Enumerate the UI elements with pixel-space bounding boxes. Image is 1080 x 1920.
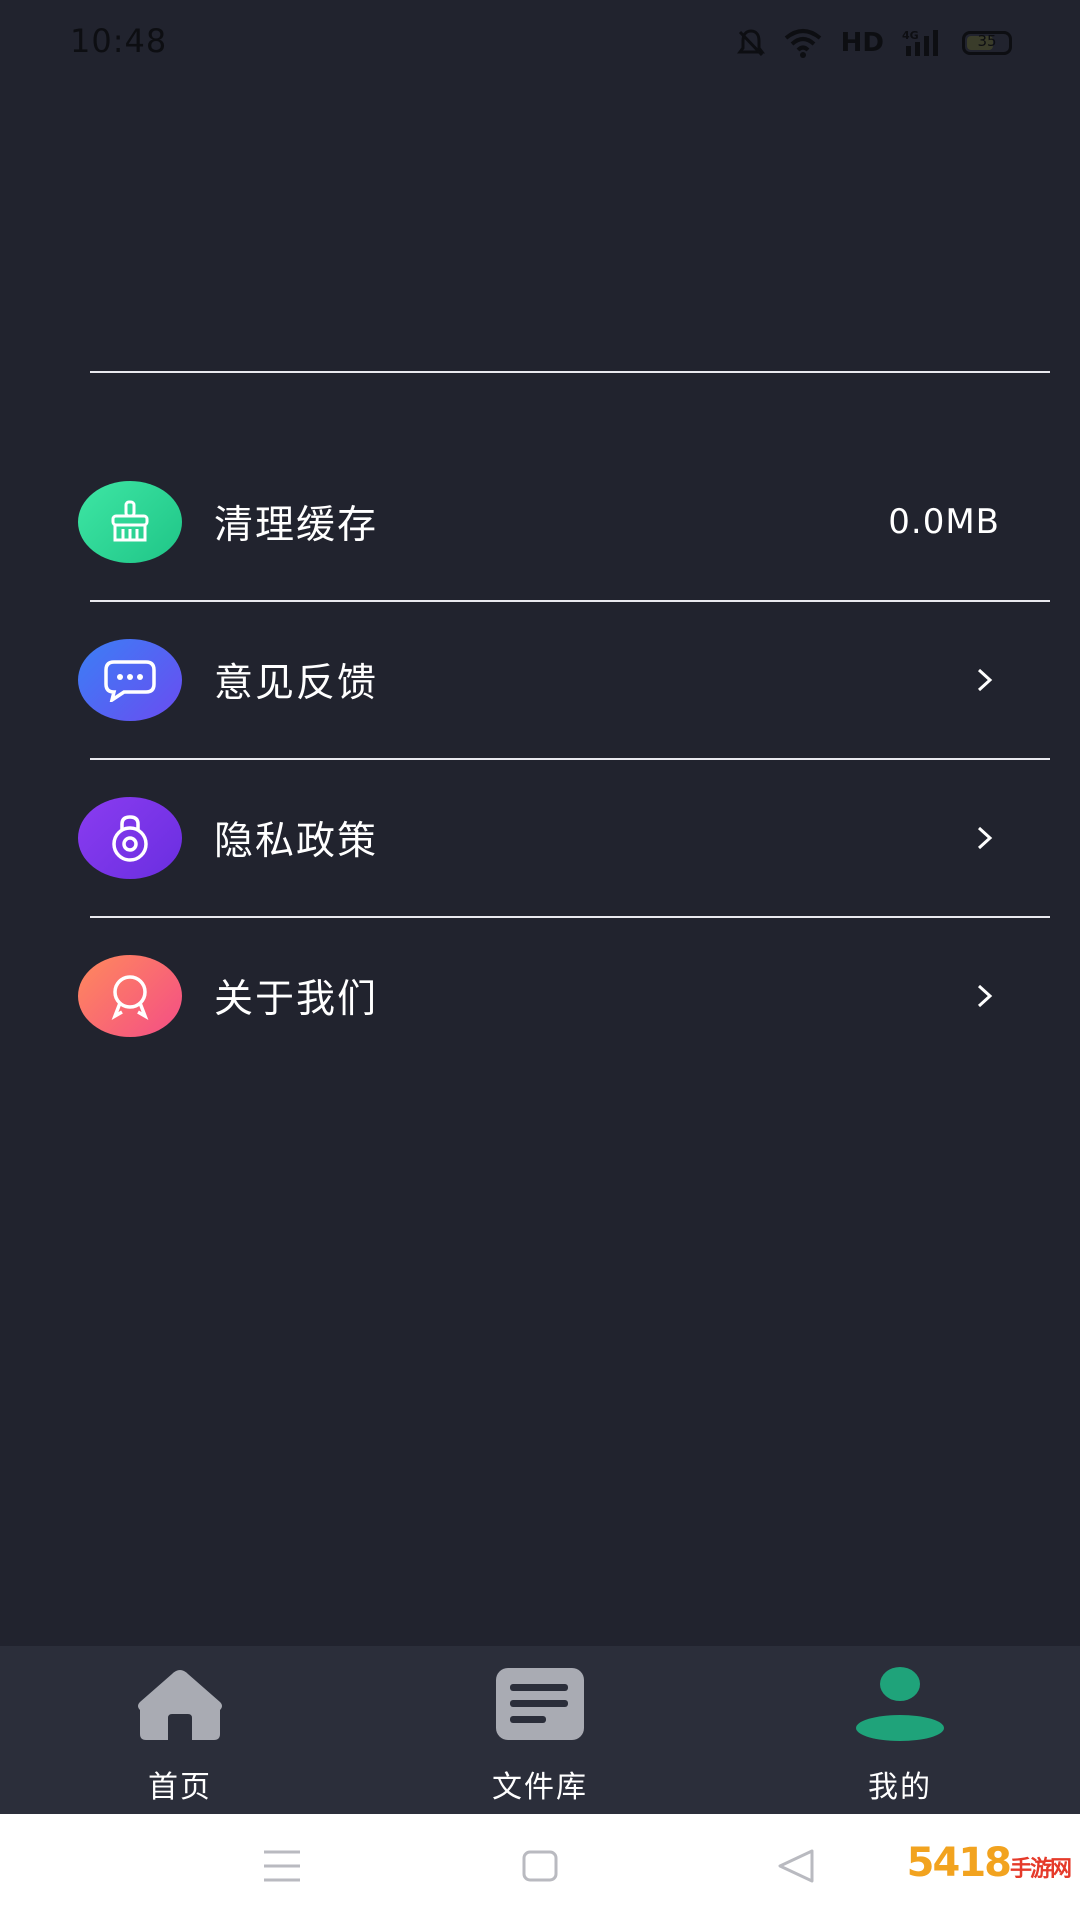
tab-label: 首页: [148, 1770, 212, 1805]
chat-bubble-icon: [78, 639, 182, 721]
watermark-text: 5418: [906, 1840, 1012, 1886]
app-screen: 10:48 HD 4G 35 清理缓存 0.0MB 意见反馈 隐私政策 关于我们…: [0, 0, 1080, 1814]
bottom-tab-bar: 首页 文件库 我的: [0, 1646, 1080, 1814]
tab-mine[interactable]: 我的: [720, 1646, 1080, 1814]
person-icon: [856, 1667, 944, 1741]
menu-item-label: 隐私政策: [214, 819, 379, 864]
divider: [90, 371, 1050, 373]
tab-label: 我的: [868, 1770, 932, 1805]
battery-icon: 35: [962, 31, 1012, 55]
menu-item-label: 清理缓存: [214, 503, 379, 548]
document-list-icon: [496, 1668, 584, 1740]
menu-item-clear-cache[interactable]: 清理缓存 0.0MB: [0, 444, 1080, 600]
menu-item-privacy-policy[interactable]: 隐私政策: [0, 760, 1080, 916]
wifi-icon: [784, 29, 821, 58]
chevron-right-icon: [970, 981, 1000, 1011]
status-icons: HD 4G 35: [736, 26, 1012, 60]
network-hd-label: HD: [840, 28, 884, 58]
status-time: 10:48: [70, 22, 168, 60]
menu-lines-icon[interactable]: [262, 1848, 302, 1884]
tab-home[interactable]: 首页: [0, 1646, 360, 1814]
back-triangle-icon[interactable]: [776, 1848, 816, 1884]
menu-item-about-us[interactable]: 关于我们: [0, 918, 1080, 1074]
bell-off-icon: [736, 29, 765, 57]
home-square-icon[interactable]: [522, 1848, 558, 1884]
home-icon: [138, 1670, 222, 1740]
tab-file-library[interactable]: 文件库: [360, 1646, 720, 1814]
broom-icon: [78, 481, 182, 563]
watermark-suffix: 手游网: [1009, 1857, 1072, 1882]
chevron-right-icon: [970, 823, 1000, 853]
svg-text:4G: 4G: [902, 29, 919, 42]
chevron-right-icon: [970, 665, 1000, 695]
status-bar: 10:48 HD 4G 35: [0, 0, 1080, 86]
signal-icon: 4G: [902, 29, 938, 56]
menu-item-label: 关于我们: [214, 977, 379, 1022]
battery-percent: 35: [977, 32, 997, 50]
badge-icon: [78, 955, 182, 1037]
menu-item-label: 意见反馈: [214, 661, 379, 706]
cache-size-value: 0.0MB: [888, 502, 1000, 542]
lock-icon: [78, 797, 182, 879]
menu-item-feedback[interactable]: 意见反馈: [0, 602, 1080, 758]
watermark-logo: 5418手游网: [906, 1840, 1072, 1886]
tab-label: 文件库: [492, 1770, 588, 1805]
